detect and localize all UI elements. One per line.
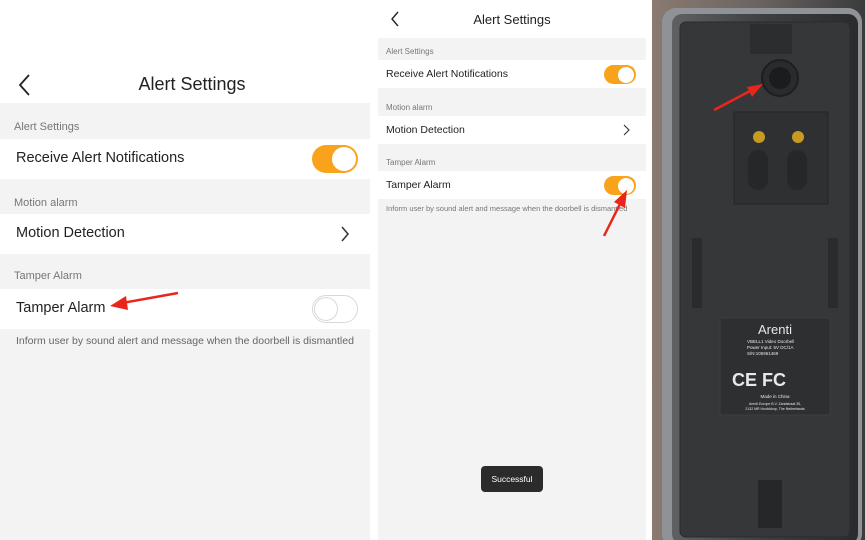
receive-alert-toggle[interactable]: [312, 145, 358, 173]
made-in-text: Made in China: [760, 394, 790, 399]
settings-body: Alert Settings Receive Alert Notificatio…: [0, 103, 370, 540]
address-line-1: Arenti Europe B.V. Zandstraat 35,: [749, 402, 801, 406]
section-tamper-alarm: Tamper Alarm: [386, 158, 436, 167]
section-tamper-alarm: Tamper Alarm: [14, 270, 82, 282]
row-label: Motion Detection: [386, 124, 465, 136]
tamper-alarm-toggle[interactable]: [312, 295, 358, 323]
tamper-description: Inform user by sound alert and message w…: [16, 335, 354, 347]
page-title: Alert Settings: [473, 12, 551, 27]
row-label: Receive Alert Notifications: [386, 68, 508, 80]
success-toast: Successful: [481, 466, 543, 492]
section-alert-settings: Alert Settings: [14, 121, 80, 133]
cert-marks: CE FC: [732, 370, 786, 390]
section-motion-alarm: Motion alarm: [386, 103, 433, 112]
chevron-right-icon: [623, 124, 630, 136]
header: Alert Settings: [378, 0, 646, 40]
chevron-right-icon: [341, 226, 349, 242]
row-receive-alert-notifications[interactable]: Receive Alert Notifications: [0, 139, 370, 179]
tamper-description: Inform user by sound alert and message w…: [386, 204, 628, 213]
panel-alert-settings-before: Alert Settings Alert Settings Receive Al…: [0, 0, 370, 540]
row-tamper-alarm[interactable]: Tamper Alarm: [0, 289, 370, 329]
doorbell-illustration: Arenti VBELL1 Video Doorbell Power Input…: [652, 0, 865, 540]
row-label: Tamper Alarm: [386, 179, 451, 191]
address-line-2: 2132 MR Hoofddorp, The Netherlands: [745, 407, 805, 411]
row-tamper-alarm[interactable]: Tamper Alarm: [378, 171, 646, 199]
panel-alert-settings-after: Alert Settings Alert Settings Receive Al…: [378, 0, 646, 540]
receive-alert-toggle[interactable]: [604, 65, 636, 84]
label-line-3: S/N:105961469: [747, 351, 779, 356]
section-alert-settings: Alert Settings: [386, 47, 434, 56]
page-title: Alert Settings: [138, 74, 246, 94]
doorbell-back-photo: Arenti VBELL1 Video Doorbell Power Input…: [652, 0, 865, 540]
brand-text: Arenti: [758, 322, 792, 337]
row-receive-alert-notifications[interactable]: Receive Alert Notifications: [378, 60, 646, 88]
row-label: Motion Detection: [16, 225, 125, 241]
settings-body: Alert Settings Receive Alert Notificatio…: [378, 38, 646, 540]
row-label: Receive Alert Notifications: [16, 150, 185, 166]
tamper-alarm-toggle[interactable]: [604, 176, 636, 195]
label-line-1: VBELL1 Video Doorbell: [747, 339, 794, 344]
row-motion-detection[interactable]: Motion Detection: [0, 214, 370, 254]
row-label: Tamper Alarm: [16, 300, 106, 316]
label-line-2: Power Input: 5V DC/1A: [747, 345, 794, 350]
row-motion-detection[interactable]: Motion Detection: [378, 116, 646, 144]
